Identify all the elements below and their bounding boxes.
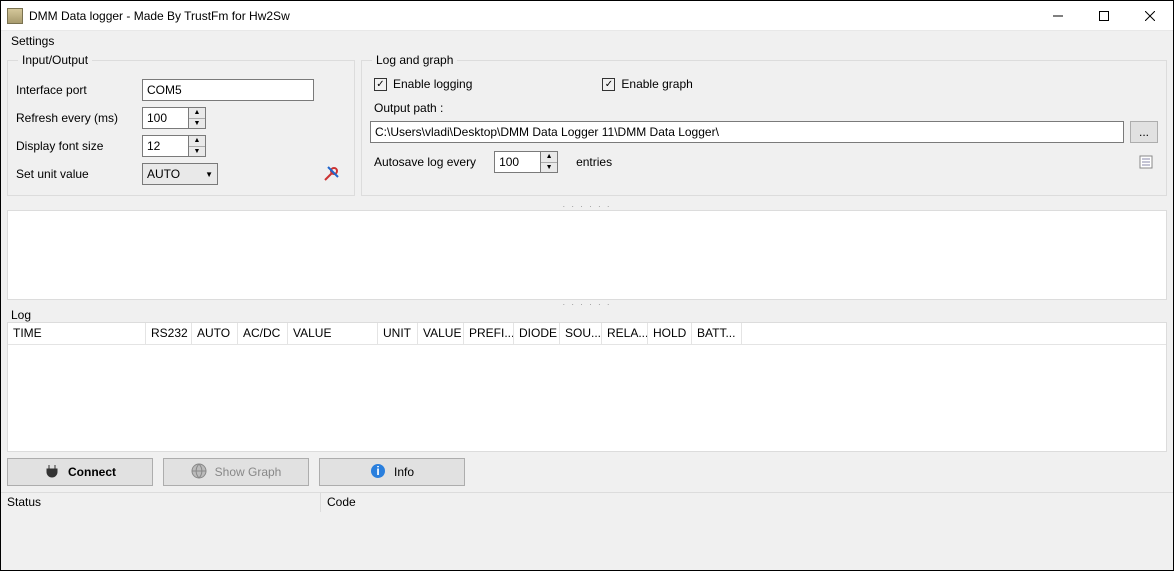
window-title: DMM Data logger - Made By TrustFm for Hw… (29, 9, 1035, 23)
column-header[interactable]: AUTO (192, 323, 238, 344)
log-graph-panel: Log and graph ✓ Enable logging ✓ Enable … (361, 53, 1167, 196)
minimize-button[interactable] (1035, 1, 1081, 30)
autosave-spinner[interactable]: ▲▼ (494, 151, 558, 173)
unit-label: Set unit value (16, 167, 142, 181)
app-icon (7, 8, 23, 24)
autosave-label: Autosave log every (374, 155, 476, 169)
notes-icon[interactable] (1134, 151, 1158, 173)
info-label: Info (394, 465, 414, 479)
column-header[interactable]: AC/DC (238, 323, 288, 344)
menu-settings[interactable]: Settings (7, 34, 58, 48)
status-label: Status (1, 493, 321, 512)
show-graph-button[interactable]: Show Graph (163, 458, 309, 486)
info-button[interactable]: i Info (319, 458, 465, 486)
loggraph-legend: Log and graph (372, 53, 457, 67)
statusbar: Status Code (1, 492, 1173, 512)
output-path-label: Output path : (370, 101, 1158, 115)
titlebar: DMM Data logger - Made By TrustFm for Hw… (1, 1, 1173, 31)
close-button[interactable] (1127, 1, 1173, 30)
input-output-panel: Input/Output Interface port Refresh ever… (7, 53, 355, 196)
entries-label: entries (576, 155, 612, 169)
connect-button[interactable]: Connect (7, 458, 153, 486)
browse-button[interactable]: ... (1130, 121, 1158, 143)
column-header[interactable]: RS232 (146, 323, 192, 344)
unit-combo[interactable]: AUTO ▼ (142, 163, 218, 185)
code-label: Code (321, 493, 1173, 512)
enable-graph-checkbox[interactable]: ✓ Enable graph (602, 77, 692, 91)
refresh-label: Refresh every (ms) (16, 111, 142, 125)
column-header[interactable]: TIME (8, 323, 146, 344)
io-legend: Input/Output (18, 53, 92, 67)
column-header[interactable]: VALUE (418, 323, 464, 344)
autosave-up-icon[interactable]: ▲ (541, 152, 557, 163)
globe-icon (191, 463, 207, 482)
column-header[interactable]: UNIT (378, 323, 418, 344)
maximize-button[interactable] (1081, 1, 1127, 30)
log-legend: Log (7, 308, 1167, 322)
connect-label: Connect (68, 465, 116, 479)
check-icon: ✓ (602, 78, 615, 91)
splitter-grip[interactable]: · · · · · · (7, 202, 1167, 210)
interface-port-input[interactable] (142, 79, 314, 101)
column-header[interactable]: HOLD (648, 323, 692, 344)
check-icon: ✓ (374, 78, 387, 91)
autosave-input[interactable] (494, 151, 540, 173)
splitter-grip[interactable]: · · · · · · (7, 300, 1167, 308)
enable-graph-label: Enable graph (621, 77, 692, 91)
info-icon: i (370, 463, 386, 482)
column-header[interactable]: BATT... (692, 323, 742, 344)
output-path-input[interactable] (370, 121, 1124, 143)
refresh-input[interactable] (142, 107, 188, 129)
font-down-icon[interactable]: ▼ (189, 147, 205, 157)
column-header[interactable]: RELA... (602, 323, 648, 344)
show-graph-label: Show Graph (215, 465, 282, 479)
enable-logging-label: Enable logging (393, 77, 472, 91)
font-size-label: Display font size (16, 139, 142, 153)
plug-icon (44, 463, 60, 482)
interface-port-label: Interface port (16, 83, 142, 97)
font-size-spinner[interactable]: ▲▼ (142, 135, 206, 157)
enable-logging-checkbox[interactable]: ✓ Enable logging (374, 77, 472, 91)
refresh-spinner[interactable]: ▲▼ (142, 107, 206, 129)
log-table[interactable]: TIMERS232AUTOAC/DCVALUEUNITVALUEPREFI...… (7, 322, 1167, 452)
display-area (7, 210, 1167, 300)
refresh-down-icon[interactable]: ▼ (189, 119, 205, 129)
chevron-down-icon: ▼ (205, 170, 213, 179)
menubar: Settings (1, 31, 1173, 50)
svg-text:i: i (376, 464, 379, 478)
column-header[interactable]: SOU... (560, 323, 602, 344)
refresh-up-icon[interactable]: ▲ (189, 108, 205, 119)
autosave-down-icon[interactable]: ▼ (541, 163, 557, 173)
column-header[interactable]: DIODE (514, 323, 560, 344)
font-up-icon[interactable]: ▲ (189, 136, 205, 147)
column-header[interactable]: PREFI... (464, 323, 514, 344)
tools-icon[interactable] (322, 163, 342, 186)
font-size-input[interactable] (142, 135, 188, 157)
unit-value: AUTO (147, 167, 180, 181)
column-header[interactable]: VALUE (288, 323, 378, 344)
